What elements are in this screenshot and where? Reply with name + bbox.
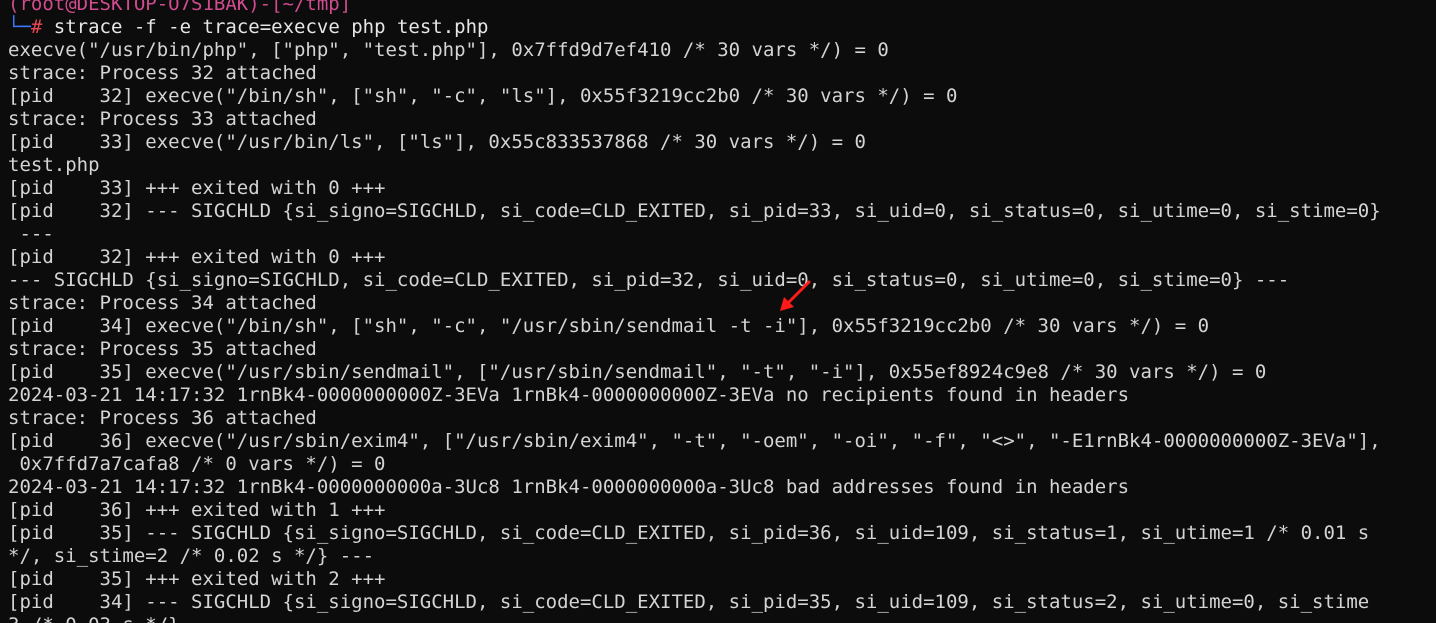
output-line: 2024-03-21 14:17:32 1rnBk4-0000000000Z-3… (8, 384, 1130, 406)
output-line: [pid 33] +++ exited with 0 +++ (8, 177, 386, 199)
output-line: [pid 36] execve("/usr/sbin/exim4", ["/us… (8, 430, 1381, 452)
output-line: 2024-03-21 14:17:32 1rnBk4-0000000000a-3… (8, 476, 1130, 498)
output-line: 3 /* 0.03 s */} --- (0, 614, 1436, 623)
prompt-corner: └─ (8, 16, 31, 38)
output-line: --- (8, 223, 54, 245)
command-text: strace -f -e trace=execve php test.php (53, 16, 489, 38)
output-line: [pid 32] +++ exited with 0 +++ (8, 246, 386, 268)
output-line: execve("/usr/bin/php", ["php", "test.php… (8, 39, 889, 61)
output-line: 0x7ffd7a7cafa8 /* 0 vars */) = 0 (8, 453, 386, 475)
output-line: strace: Process 35 attached (8, 338, 317, 360)
output-line: strace: Process 33 attached (8, 108, 317, 130)
terminal-output: execve("/usr/bin/php", ["php", "test.php… (0, 39, 1436, 623)
prompt-hash: # (30, 16, 43, 38)
output-line: [pid 36] +++ exited with 1 +++ (8, 499, 386, 521)
output-line: [pid 35] --- SIGCHLD {si_signo=SIGCHLD, … (8, 522, 1370, 544)
output-line: [pid 33] execve("/usr/bin/ls", ["ls"], 0… (8, 131, 866, 153)
output-line: --- SIGCHLD {si_signo=SIGCHLD, si_code=C… (8, 269, 1290, 291)
prompt-command-line[interactable]: └─# strace -f -e trace=execve php test.p… (0, 16, 1436, 39)
prompt-host-path: (root@DESKTOP-O7S1BAK)-[~/tmp] (8, 0, 352, 15)
output-line: [pid 32] execve("/bin/sh", ["sh", "-c", … (8, 85, 958, 107)
output-line: [pid 32] --- SIGCHLD {si_signo=SIGCHLD, … (8, 200, 1381, 222)
terminal-window[interactable]: (root@DESKTOP-O7S1BAK)-[~/tmp] └─# strac… (0, 0, 1436, 623)
prompt-top-line: (root@DESKTOP-O7S1BAK)-[~/tmp] (0, 0, 1436, 16)
output-line: strace: Process 32 attached (8, 62, 317, 84)
output-line: [pid 34] --- SIGCHLD {si_signo=SIGCHLD, … (8, 591, 1370, 613)
output-line: [pid 35] execve("/usr/sbin/sendmail", ["… (8, 361, 1267, 383)
output-line: [pid 34] execve("/bin/sh", ["sh", "-c", … (8, 315, 1210, 337)
output-line: strace: Process 36 attached (8, 407, 317, 429)
output-line: */, si_stime=2 /* 0.02 s */} --- (8, 545, 375, 567)
output-line: [pid 35] +++ exited with 2 +++ (8, 568, 386, 590)
output-line: test.php (8, 154, 100, 176)
output-line: strace: Process 34 attached (8, 292, 317, 314)
